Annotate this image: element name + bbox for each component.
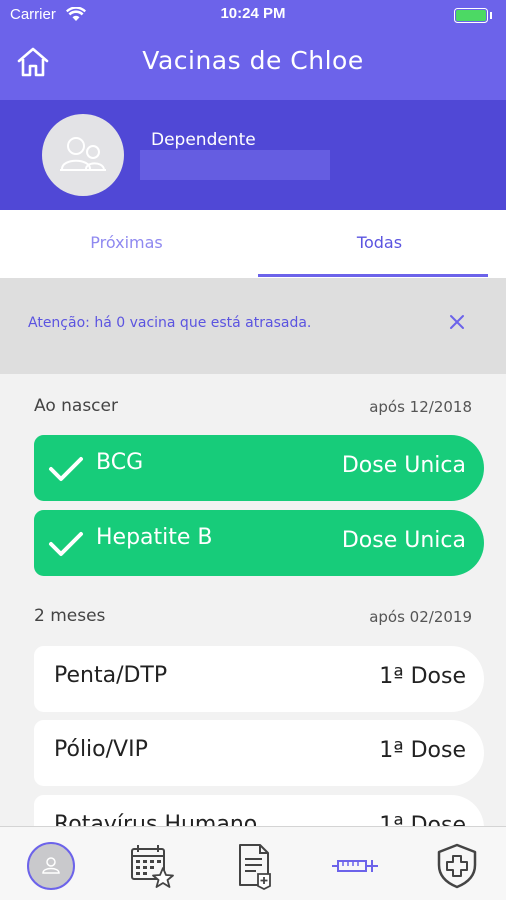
- bottom-navigation: [0, 826, 506, 900]
- tab-todas[interactable]: Todas: [253, 210, 506, 278]
- vaccine-name: Penta/DTP: [54, 663, 168, 688]
- avatar[interactable]: [42, 114, 124, 196]
- profile-name-redacted: [140, 150, 330, 180]
- vaccine-dose: 1ª Dose: [379, 738, 466, 763]
- tab-bar: Próximas Todas: [0, 210, 506, 278]
- vaccine-name: BCG: [96, 450, 144, 475]
- overdue-alert-banner: Atenção: há 0 vacina que está atrasada.: [0, 278, 506, 374]
- status-time: 10:24 PM: [220, 5, 286, 22]
- vaccine-card-bcg[interactable]: BCG Dose Unica: [34, 435, 484, 501]
- status-bar: Carrier 10:24 PM: [0, 0, 506, 30]
- section-title: Ao nascer: [34, 396, 118, 416]
- section-header-2-months: 2 meses após 02/2019: [34, 606, 472, 626]
- vaccine-card-hepatite-b[interactable]: Hepatite B Dose Unica: [34, 510, 484, 576]
- page-title: Vacinas de Chloe: [142, 46, 364, 75]
- calendar-star-icon[interactable]: [127, 841, 177, 891]
- close-icon[interactable]: [446, 311, 468, 333]
- vaccine-card-polio-vip[interactable]: Pólio/VIP 1ª Dose: [34, 720, 484, 786]
- vaccine-name: Pólio/VIP: [54, 737, 148, 762]
- vaccine-dose: Dose Unica: [341, 453, 466, 478]
- battery-icon: [454, 8, 492, 23]
- navigation-bar: Vacinas de Chloe: [0, 30, 506, 100]
- check-icon: [49, 457, 83, 481]
- active-tab-indicator: [258, 274, 488, 277]
- section-date: após 12/2018: [369, 398, 472, 416]
- family-placeholder-icon: [60, 137, 106, 171]
- profile-header: Dependente: [0, 100, 506, 210]
- syringe-icon[interactable]: [330, 841, 380, 891]
- vaccine-dose: 1ª Dose: [379, 664, 466, 689]
- vaccine-name: Hepatite B: [96, 525, 213, 550]
- section-date: após 02/2019: [369, 608, 472, 626]
- tab-proximas[interactable]: Próximas: [0, 210, 253, 278]
- vaccine-card-penta-dtp[interactable]: Penta/DTP 1ª Dose: [34, 646, 484, 712]
- alert-message: Atenção: há 0 vacina que está atrasada.: [28, 315, 312, 331]
- section-header-birth: Ao nascer após 12/2018: [34, 396, 472, 416]
- check-icon: [49, 532, 83, 556]
- vaccine-dose: Dose Unica: [341, 528, 466, 553]
- profile-avatar-icon[interactable]: [26, 841, 76, 891]
- profile-role-label: Dependente: [151, 130, 256, 150]
- section-title: 2 meses: [34, 606, 106, 626]
- shield-plus-icon[interactable]: [432, 841, 482, 891]
- document-icon[interactable]: [230, 841, 280, 891]
